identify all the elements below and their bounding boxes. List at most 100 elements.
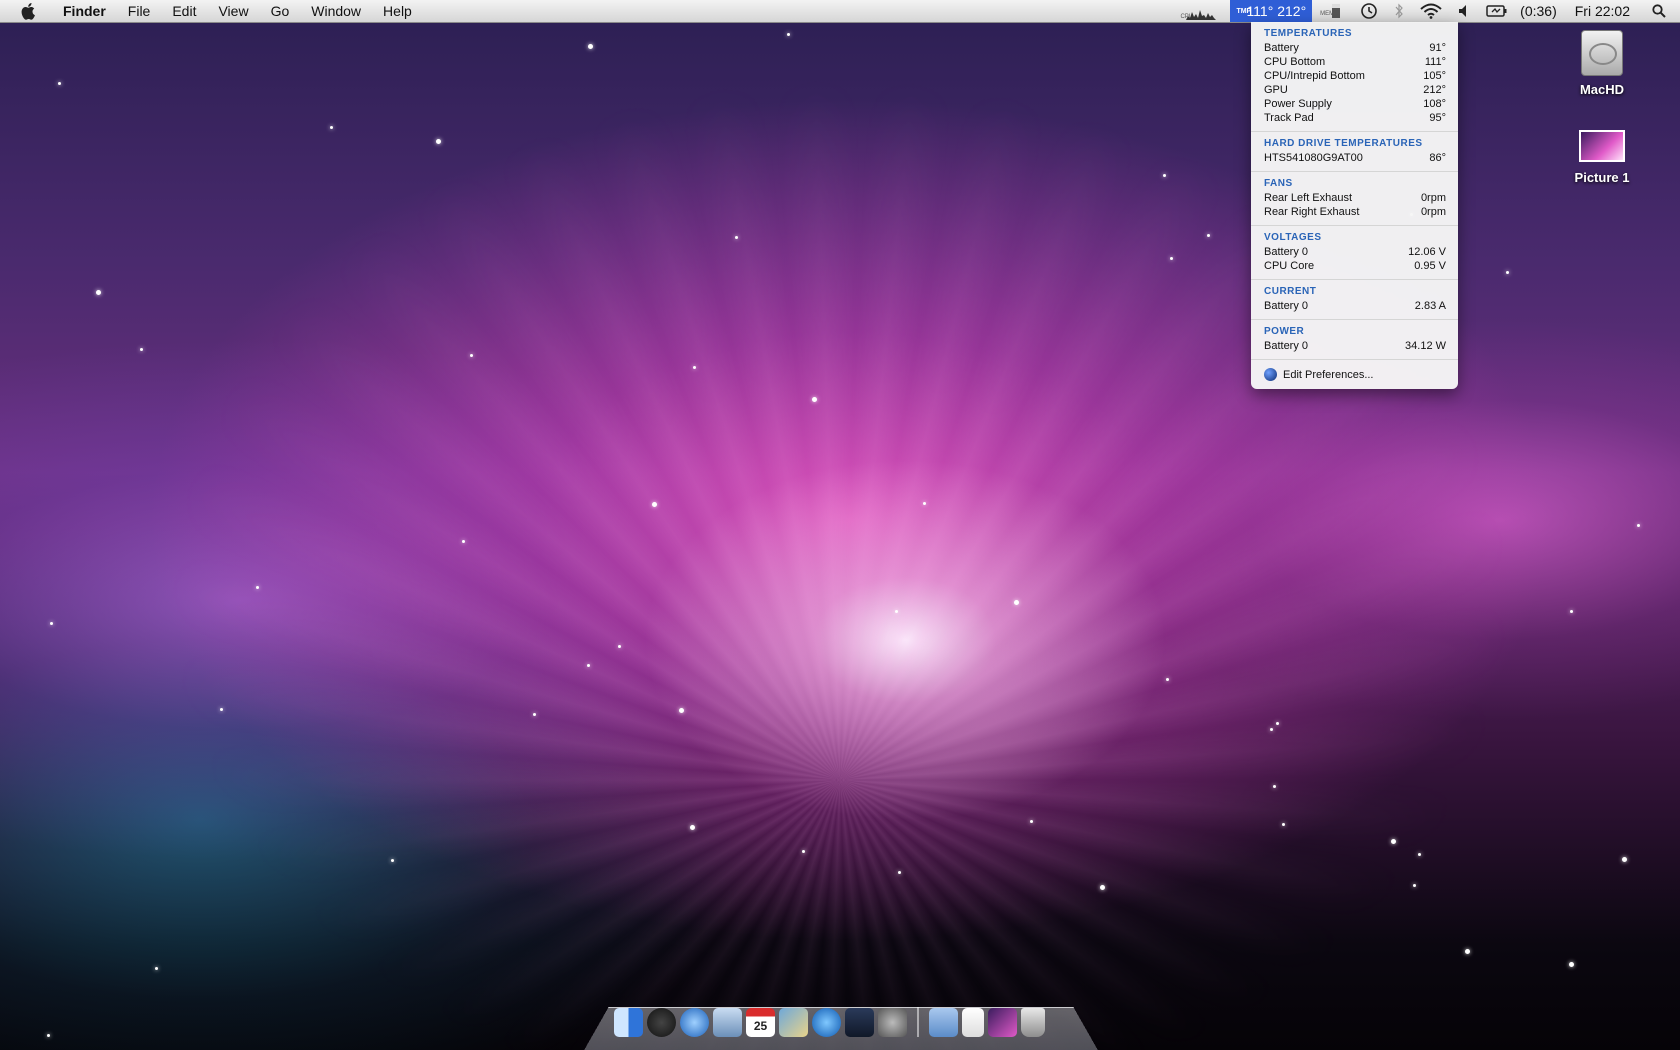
menu-clock[interactable]: Fri 22:02 xyxy=(1575,3,1630,19)
star xyxy=(391,859,394,862)
sensor-row: Battery 0 34.12 W xyxy=(1264,339,1446,353)
section-heading: HARD DRIVE TEMPERATURES xyxy=(1264,138,1423,149)
menu-file[interactable]: File xyxy=(117,0,162,22)
star xyxy=(155,967,158,970)
section-heading: VOLTAGES xyxy=(1264,232,1322,243)
iphoto-icon[interactable] xyxy=(779,1007,808,1037)
desktop-icon-label: MacHD xyxy=(1579,82,1625,97)
sensor-value: 86° xyxy=(1429,152,1446,164)
memory-meter-label: MEM xyxy=(1320,11,1335,17)
menu-view[interactable]: View xyxy=(207,0,259,22)
dock: 25 xyxy=(612,1004,1047,1040)
star xyxy=(1270,728,1273,731)
sensor-row: CPU Core 0.95 V xyxy=(1264,259,1446,273)
desktop-icon-picture-1[interactable]: Picture 1 xyxy=(1552,130,1652,185)
sensor-value: 111° xyxy=(1424,56,1446,68)
status-area: CPU TMP 111° 212° MEM (0:36) Fri 22:02 xyxy=(1180,0,1680,22)
star xyxy=(1465,949,1470,954)
dashboard-icon[interactable] xyxy=(647,1007,676,1037)
menu-edit[interactable]: Edit xyxy=(161,0,207,22)
star xyxy=(1276,722,1279,725)
menu-finder[interactable]: Finder xyxy=(52,0,117,22)
star xyxy=(58,82,61,85)
memory-meter-icon[interactable]: MEM xyxy=(1320,2,1344,20)
section-heading: FANS xyxy=(1264,178,1293,189)
cpu-meter-icon[interactable]: CPU xyxy=(1180,2,1222,20)
menu-window[interactable]: Window xyxy=(300,0,372,22)
star xyxy=(436,139,441,144)
star xyxy=(1569,962,1574,967)
dropdown-section-temperatures: TEMPERATURES Battery 91° CPU Bottom 111° CPU/… xyxy=(1251,22,1458,132)
documents-icon[interactable] xyxy=(962,1007,984,1037)
edit-preferences-item[interactable]: Edit Preferences... xyxy=(1251,360,1458,385)
system-preferences-icon[interactable] xyxy=(878,1007,907,1037)
section-heading: POWER xyxy=(1264,326,1305,337)
applications-folder-icon[interactable] xyxy=(929,1007,958,1037)
sensor-row: Rear Right Exhaust 0rpm xyxy=(1264,205,1446,219)
sensor-value: 0rpm xyxy=(1420,192,1446,204)
star xyxy=(895,610,898,613)
desktop-icon-machd[interactable]: MacHD xyxy=(1552,30,1652,97)
battery-time: (0:36) xyxy=(1520,3,1557,19)
star xyxy=(533,713,536,716)
dock-separator xyxy=(917,1007,919,1037)
trash-icon[interactable] xyxy=(1021,1007,1045,1037)
sensor-value: 12.06 V xyxy=(1408,246,1446,258)
edit-preferences-label: Edit Preferences... xyxy=(1283,368,1374,381)
menu-help[interactable]: Help xyxy=(372,0,423,22)
sensor-label: GPU xyxy=(1264,84,1288,96)
star xyxy=(652,502,657,507)
sensor-row: CPU/Intrepid Bottom 105° xyxy=(1264,69,1446,83)
star xyxy=(690,825,695,830)
menu-bar: Finder File Edit View Go Window Help CPU… xyxy=(0,0,1680,23)
dropdown-section-hard-drive-temperatures: HARD DRIVE TEMPERATURES HTS541080G9AT00 86… xyxy=(1251,132,1458,172)
sensor-row: Battery 91° xyxy=(1264,41,1446,55)
ical-day: 25 xyxy=(753,1019,768,1033)
temperature-menu-extra[interactable]: TMP 111° 212° xyxy=(1230,0,1313,22)
star xyxy=(1418,853,1421,856)
star xyxy=(587,664,590,667)
safari-icon[interactable] xyxy=(680,1007,709,1037)
star xyxy=(1030,820,1033,823)
sensor-value: 0rpm xyxy=(1420,206,1446,218)
apple-menu-icon[interactable] xyxy=(18,2,40,20)
star xyxy=(1163,174,1166,177)
volume-icon[interactable] xyxy=(1458,4,1470,18)
star xyxy=(1100,885,1105,890)
battery-icon[interactable] xyxy=(1486,4,1508,18)
star xyxy=(1622,857,1627,862)
finder-icon[interactable] xyxy=(614,1007,643,1037)
star xyxy=(588,44,593,49)
sensor-label: Battery 0 xyxy=(1264,340,1309,352)
star xyxy=(220,708,223,711)
sensor-label: Rear Left Exhaust xyxy=(1264,192,1353,204)
picture-icon xyxy=(1579,130,1625,162)
star xyxy=(50,622,53,625)
star xyxy=(787,33,790,36)
star xyxy=(1207,234,1210,237)
ical-icon[interactable]: 25 xyxy=(746,1007,775,1037)
star xyxy=(1170,257,1173,260)
sensor-label: Rear Right Exhaust xyxy=(1264,206,1360,218)
menu-go[interactable]: Go xyxy=(260,0,301,22)
star xyxy=(802,850,805,853)
sensor-value: 108° xyxy=(1423,98,1446,110)
sensor-row: Battery 0 2.83 A xyxy=(1264,299,1446,313)
wifi-icon[interactable] xyxy=(1420,3,1442,19)
preferences-globe-icon xyxy=(1264,368,1277,381)
sensor-row: GPU 212° xyxy=(1264,83,1446,97)
star xyxy=(898,871,901,874)
itunes-icon[interactable] xyxy=(812,1007,841,1037)
bluetooth-icon[interactable] xyxy=(1394,3,1404,19)
spaces-icon[interactable] xyxy=(845,1007,874,1037)
sensor-row: CPU Bottom 111° xyxy=(1264,55,1446,69)
star xyxy=(96,290,101,295)
picture-stack-icon[interactable] xyxy=(988,1007,1017,1037)
sensor-value: 91° xyxy=(1429,42,1446,54)
sensor-value: 212° xyxy=(1423,84,1446,96)
mail-icon[interactable] xyxy=(713,1007,742,1037)
star xyxy=(47,1034,50,1037)
time-machine-icon[interactable] xyxy=(1360,2,1378,20)
star xyxy=(618,645,621,648)
spotlight-search-icon[interactable] xyxy=(1652,4,1666,18)
